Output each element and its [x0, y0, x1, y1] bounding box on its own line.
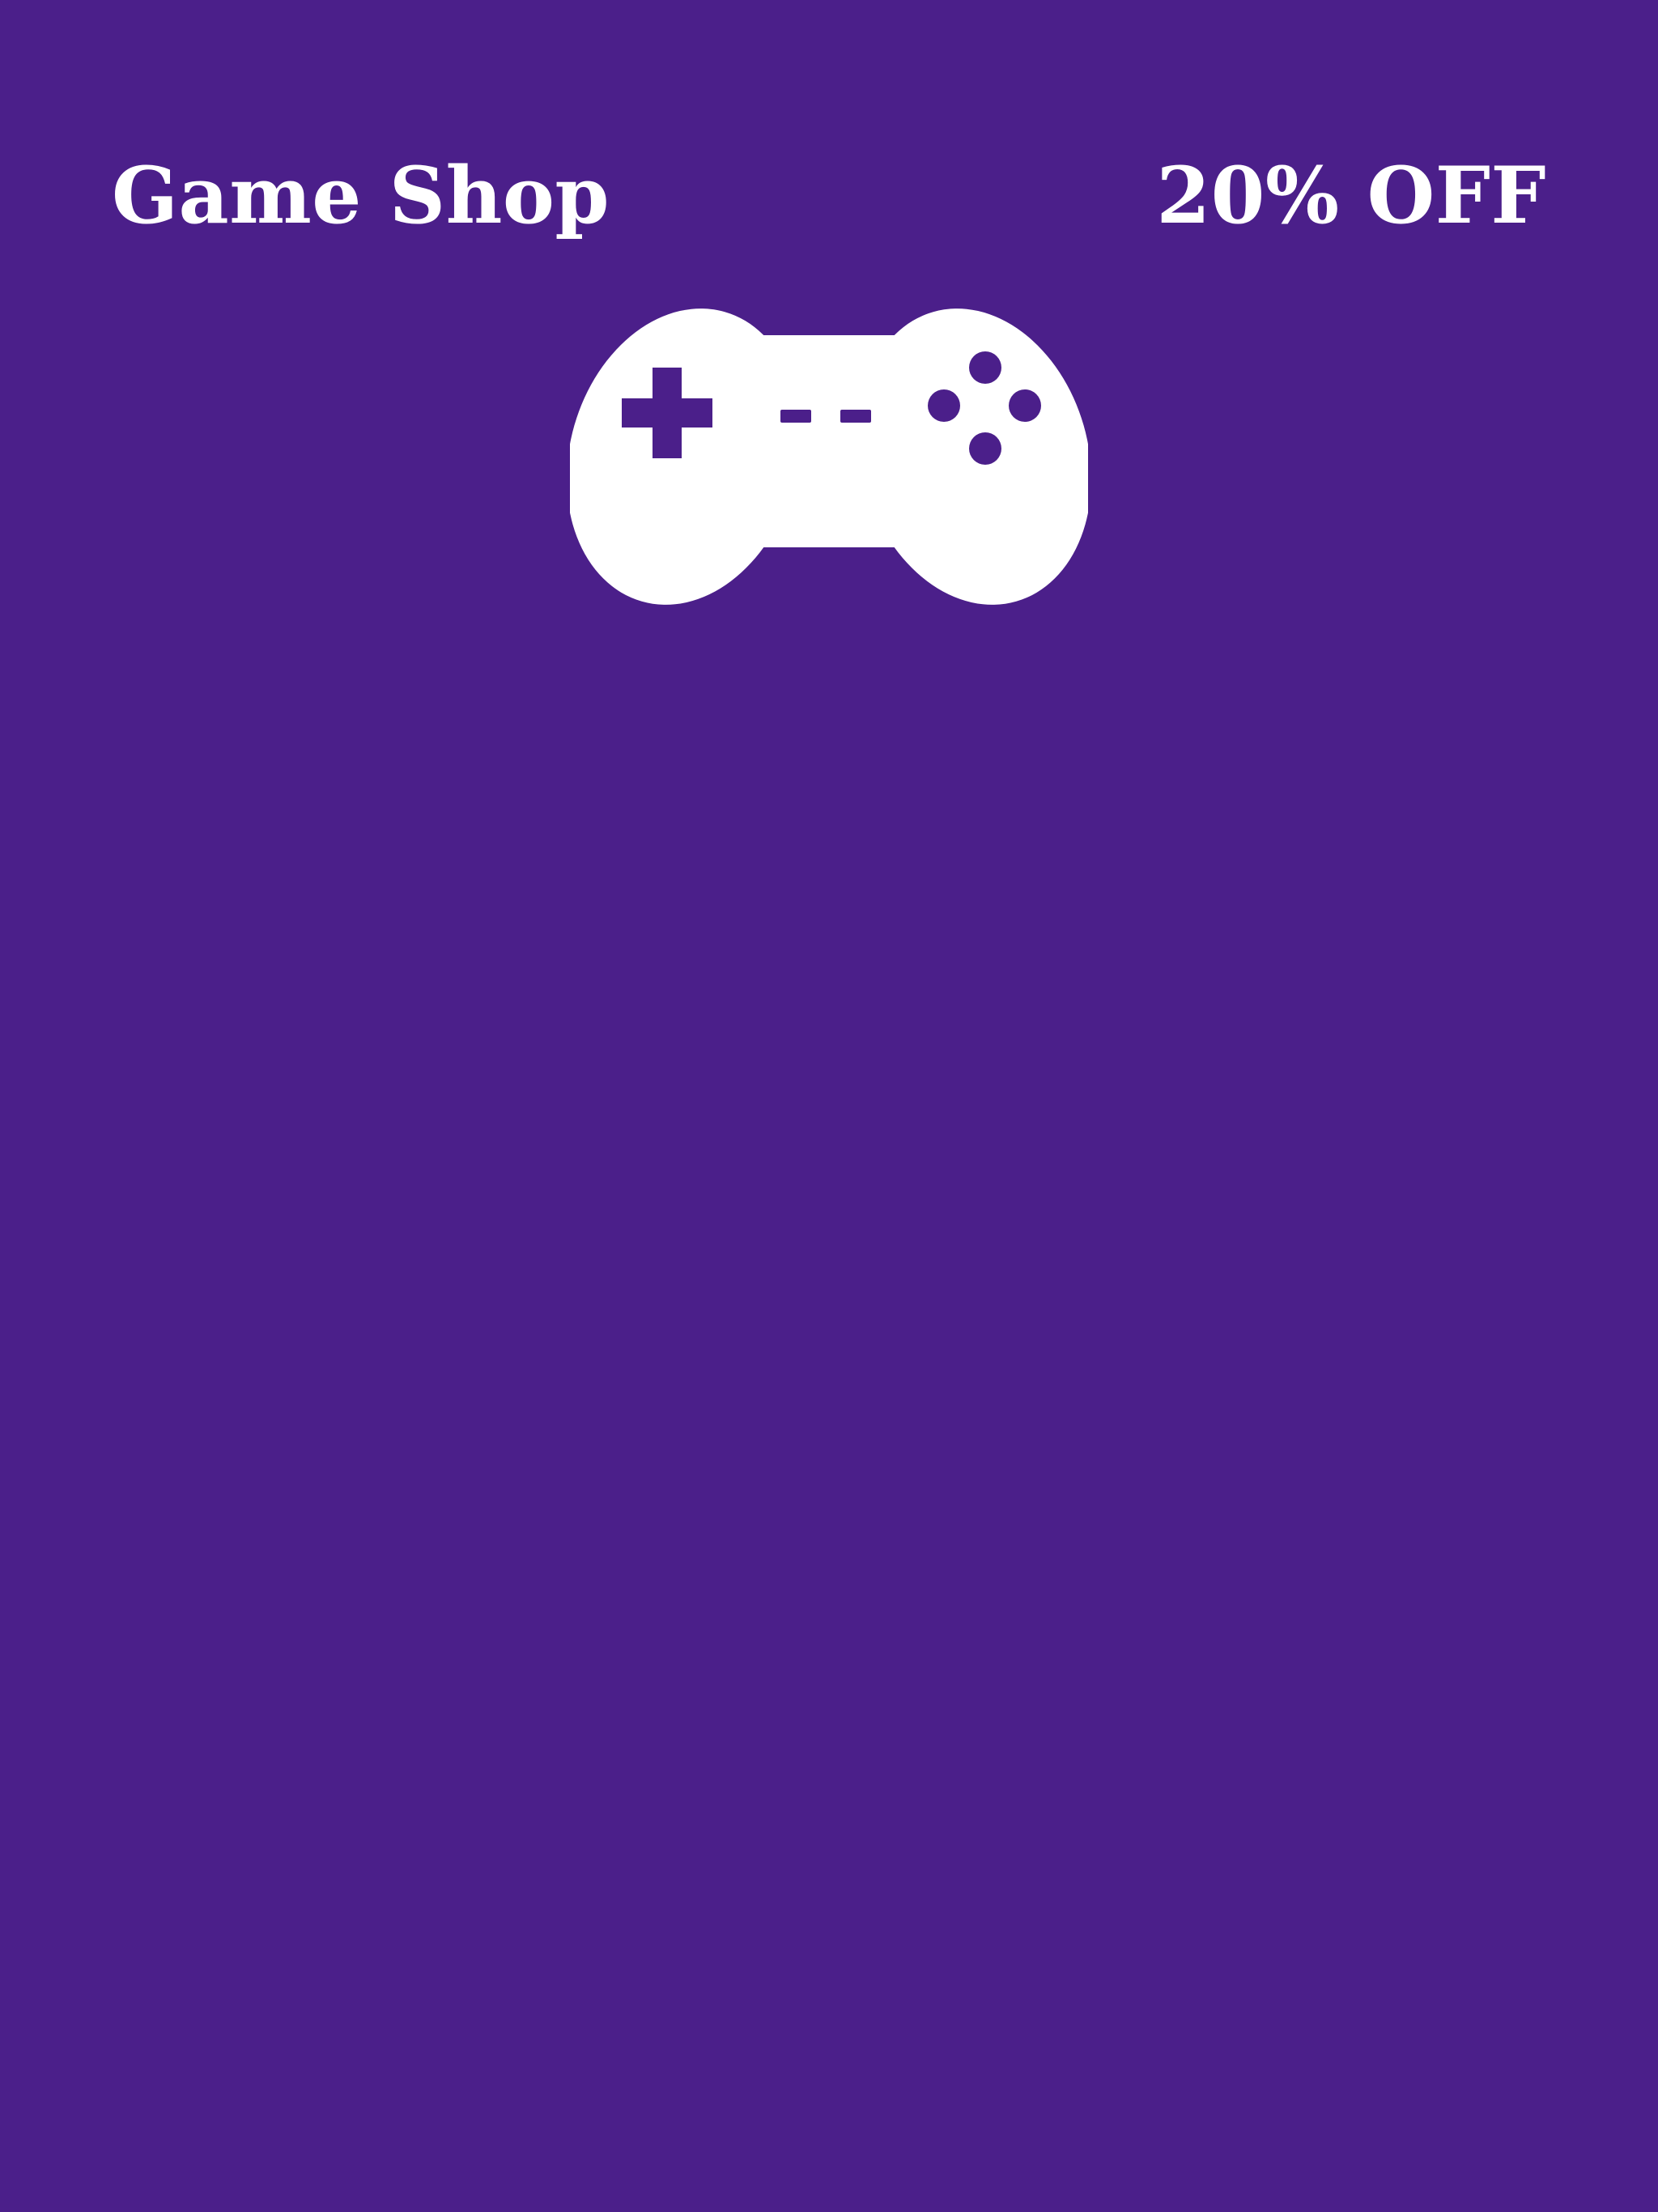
discount-badge: 20% OFF	[1156, 150, 1546, 241]
shop-title: Game Shop	[112, 150, 610, 241]
gamepad-icon	[570, 308, 1088, 605]
game-shop-page: Game Shop 20% OFF	[0, 0, 1658, 2212]
controller-body	[570, 308, 1088, 605]
